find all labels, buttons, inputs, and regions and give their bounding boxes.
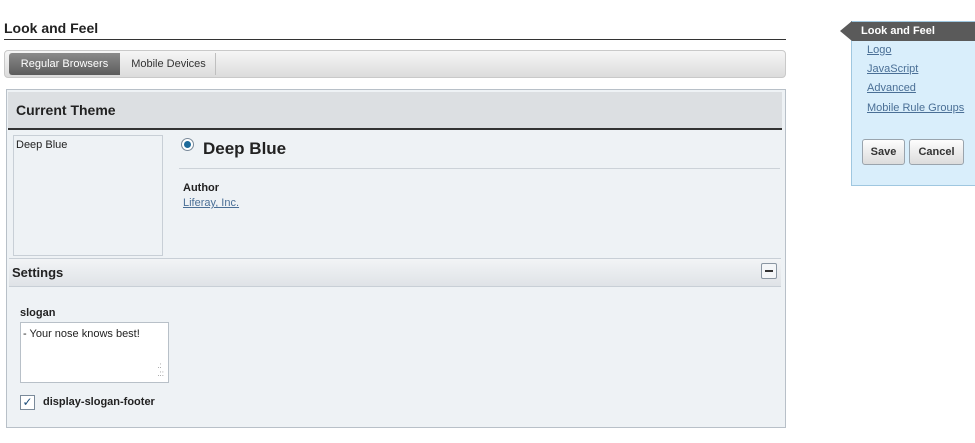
tab-mobile-devices[interactable]: Mobile Devices [122, 53, 216, 75]
current-theme-panel: Current Theme Deep Blue Deep Blue Author… [6, 89, 786, 428]
sidebar-pointer-icon [840, 21, 852, 41]
slogan-textarea[interactable]: - Your nose knows best! .:.:: [20, 322, 169, 383]
theme-name: Deep Blue [203, 139, 287, 158]
current-theme-title: Current Theme [16, 102, 116, 118]
current-theme-header: Current Theme [8, 92, 782, 130]
theme-divider [179, 168, 780, 169]
tab-regular-browsers[interactable]: Regular Browsers [9, 53, 120, 75]
display-slogan-footer-checkbox[interactable]: ✓ [20, 395, 35, 410]
sidebar-panel: Look and Feel Logo JavaScript Advanced M… [840, 21, 975, 186]
display-slogan-footer-label: display-slogan-footer [43, 396, 155, 408]
sidebar-link-logo[interactable]: Logo [867, 44, 891, 56]
settings-header: Settings [9, 258, 781, 287]
collapse-icon[interactable] [761, 263, 777, 279]
save-button[interactable]: Save [862, 139, 905, 165]
browser-tabs: Regular Browsers Mobile Devices [4, 50, 786, 78]
theme-radio[interactable] [181, 138, 194, 151]
slogan-value: - Your nose knows best! [23, 328, 140, 340]
theme-thumbnail: Deep Blue [13, 135, 163, 256]
sidebar-link-javascript[interactable]: JavaScript [867, 63, 918, 75]
author-label: Author [183, 182, 220, 194]
cancel-button[interactable]: Cancel [909, 139, 964, 165]
sidebar-link-mobile-rule-groups[interactable]: Mobile Rule Groups [867, 102, 964, 114]
resize-grip-icon[interactable]: .:.:: [157, 362, 164, 378]
sidebar-link-advanced[interactable]: Advanced [867, 82, 916, 94]
author-link[interactable]: Liferay, Inc. [183, 197, 239, 209]
slogan-label: slogan [20, 307, 56, 319]
settings-title: Settings [12, 265, 64, 280]
page-title: Look and Feel [4, 20, 786, 40]
sidebar-title: Look and Feel [852, 22, 975, 41]
